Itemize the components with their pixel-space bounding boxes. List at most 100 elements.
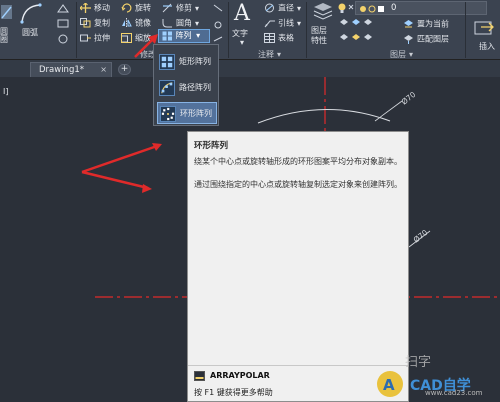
tooltip-description-1: 绕某个中心点或旋转轴形成的环形图案平均分布对象副本。 — [194, 157, 402, 166]
arc-label: 圆弧 — [22, 28, 38, 37]
close-icon[interactable]: × — [100, 63, 107, 77]
chevron-down-icon[interactable]: ▾ — [195, 19, 199, 28]
table-button[interactable]: 表格 — [264, 33, 294, 44]
insert-block-button[interactable]: 插入 — [468, 18, 500, 56]
text-tool-button[interactable]: A 文字 ▾ — [231, 1, 259, 48]
array-label: 阵列 — [175, 31, 192, 40]
trim-button[interactable]: 修剪 ▾ — [162, 3, 199, 14]
layer-tools-icon — [340, 19, 372, 40]
layer-properties-button[interactable]: 图层 特性 — [309, 2, 335, 48]
layer-select[interactable]: 0 — [355, 1, 487, 15]
layers-panel-label[interactable]: 图层 ▾ — [390, 49, 414, 59]
stretch-icon — [80, 34, 91, 42]
dim-label-2: Ø70 — [412, 228, 430, 245]
chevron-down-icon[interactable]: ▾ — [297, 4, 301, 13]
tab-drawing1[interactable]: Drawing1* × — [30, 62, 112, 77]
rotate-label: 旋转 — [135, 3, 151, 13]
watermark-domain: www.cad23.com — [425, 389, 483, 397]
copy-icon — [80, 18, 91, 28]
new-tab-button[interactable]: + — [118, 64, 131, 75]
draw-small-icons[interactable] — [55, 2, 75, 47]
modify-extra-icon — [213, 4, 223, 42]
annotation-panel-label[interactable]: 注释 ▾ — [258, 49, 282, 59]
text-icon: A — [234, 1, 250, 26]
insert-label: 插入 — [479, 42, 495, 51]
line-tool-icon — [1, 5, 12, 19]
chevron-down-icon: ▾ — [277, 50, 282, 59]
chevron-down-icon: ▾ — [409, 50, 414, 59]
layer-state-icons[interactable] — [337, 2, 355, 16]
annotation-panel-title: 注释 — [258, 50, 274, 59]
chevron-down-icon[interactable]: ▾ — [195, 4, 199, 13]
mirror-label: 镜像 — [135, 18, 151, 28]
menu-item-rectangular-array[interactable]: 矩形阵列 — [157, 51, 217, 73]
annotation-arrow-2 — [81, 170, 149, 190]
svg-text:扫字: 扫字 — [405, 355, 431, 370]
dimension-button[interactable]: 直径 ▾ — [264, 3, 301, 14]
tooltip-command: ARRAYPOLAR — [210, 371, 270, 380]
mirror-button[interactable]: 镜像 — [121, 18, 151, 29]
array-icon — [162, 31, 172, 40]
match-layer-label: 匹配图层 — [417, 34, 449, 44]
stretch-button[interactable]: 拉伸 — [80, 33, 110, 44]
svg-text:A: A — [383, 376, 395, 394]
layer-properties-label-1: 图层 — [311, 26, 327, 35]
menu-item-path-array[interactable]: 路径阵列 — [157, 77, 217, 99]
divider — [306, 2, 307, 58]
layer-properties-label-2: 特性 — [311, 36, 327, 45]
chevron-down-icon[interactable]: ▾ — [297, 19, 301, 28]
menu-item-label: 路径阵列 — [179, 83, 211, 92]
fillet-button[interactable]: 圆角 ▾ — [162, 18, 199, 29]
copy-button[interactable]: 复制 — [80, 18, 110, 29]
rotate-button[interactable]: 旋转 — [121, 3, 151, 14]
set-current-icon — [404, 20, 413, 28]
move-label: 移动 — [94, 3, 110, 13]
chevron-down-icon[interactable]: ▾ — [240, 38, 244, 48]
layer-tool-icons[interactable] — [338, 18, 408, 46]
copy-label: 复制 — [94, 18, 110, 28]
move-button[interactable]: 移动 — [80, 3, 110, 14]
move-icon — [80, 3, 91, 13]
divider — [228, 2, 229, 58]
draw-tools-icons — [57, 4, 69, 44]
match-layer-button[interactable]: 匹配图层 — [403, 34, 449, 45]
arc-icon — [20, 3, 42, 24]
stretch-label: 拉伸 — [94, 33, 110, 43]
menu-item-label: 矩形阵列 — [179, 57, 211, 66]
set-current-button[interactable]: 置为当前 — [403, 19, 449, 30]
dim-label-1: Ø70 — [400, 90, 418, 107]
tooltip-title: 环形阵列 — [194, 141, 229, 151]
divider — [465, 2, 466, 58]
circle-label: 圆 — [0, 27, 8, 36]
fillet-icon — [162, 19, 172, 28]
tooltip-help: 按 F1 键获得更多帮助 — [194, 388, 273, 397]
leader-button[interactable]: 引线 ▾ — [264, 18, 301, 29]
scale-icon — [121, 33, 132, 43]
lightbulb-icon — [338, 3, 354, 13]
annotation-arrow-1 — [81, 143, 161, 174]
array-dropdown-menu: 矩形阵列 路径阵列 环形阵列 — [153, 44, 219, 126]
table-label: 表格 — [278, 33, 294, 43]
chevron-down-icon[interactable]: ▾ — [196, 31, 200, 40]
layer-state-icon — [360, 5, 384, 13]
path-array-icon — [159, 80, 175, 96]
dimension-leader — [374, 100, 403, 122]
tooltip-description-2: 通过围绕指定的中心点或旋转轴复制选定对象来创建阵列。 — [194, 180, 402, 189]
table-icon — [264, 33, 275, 43]
layer-value: 0 — [391, 3, 397, 13]
array-button[interactable]: 阵列 ▾ — [158, 29, 210, 43]
modify-extra-icons[interactable] — [212, 3, 224, 47]
match-layer-icon — [404, 35, 413, 44]
outer-circle — [257, 109, 391, 124]
fillet-label: 圆角 — [176, 18, 192, 28]
line-tool-button[interactable] — [0, 2, 14, 28]
menu-item-polar-array[interactable]: 环形阵列 — [157, 102, 217, 124]
rectangular-array-icon — [159, 54, 175, 70]
leader-label: 引线 — [278, 18, 294, 28]
trim-label: 修剪 — [176, 3, 192, 13]
command-icon — [194, 371, 205, 381]
dimension-label: 直径 — [278, 3, 294, 13]
trim-icon — [162, 3, 172, 13]
layer-properties-icon — [313, 3, 333, 20]
diameter-dimension-icon — [265, 3, 274, 13]
